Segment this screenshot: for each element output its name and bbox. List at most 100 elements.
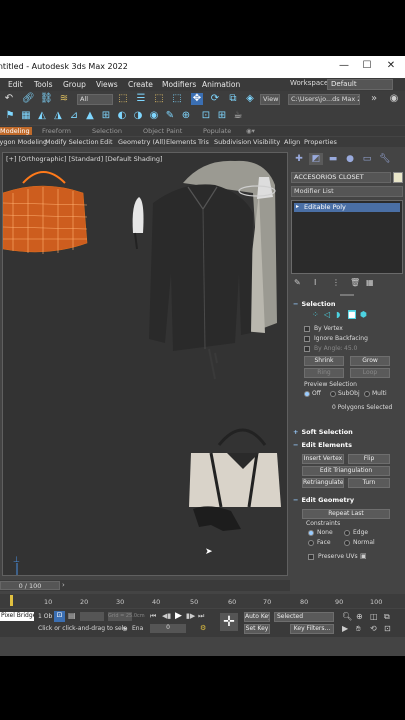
time-slider-next-icon[interactable]: › xyxy=(62,581,65,589)
panel-elements[interactable]: Elements xyxy=(166,138,196,146)
make-unique-icon[interactable]: ⋮ xyxy=(332,278,340,287)
render-frame-icon[interactable]: ⊞ xyxy=(216,110,228,122)
select-object-icon[interactable]: ⬚ xyxy=(117,93,129,105)
menu-edit[interactable]: Edit xyxy=(8,80,23,89)
prev-frame-icon[interactable]: ◀▮ xyxy=(162,612,171,620)
motion-tab-icon[interactable]: ● xyxy=(343,153,357,165)
angle-snap-icon[interactable]: ◮ xyxy=(52,110,64,122)
set-key-button[interactable]: Set Key xyxy=(244,624,270,634)
close-button[interactable]: ✕ xyxy=(384,60,398,71)
panel-edit[interactable]: Edit xyxy=(100,138,113,146)
constraint-normal-radio[interactable] xyxy=(344,540,350,546)
zoom-all-icon[interactable]: ⊕ xyxy=(356,612,363,621)
utilities-tab-icon[interactable]: 🔧︎ xyxy=(378,153,392,165)
tab-populate[interactable]: Populate xyxy=(203,127,231,135)
key-filters-button[interactable]: Key Filters... xyxy=(290,624,334,634)
preserve-uvs-checkbox[interactable] xyxy=(308,554,314,560)
panel-visibility[interactable]: Visibility xyxy=(253,138,280,146)
percent-snap-icon[interactable]: ⊿ xyxy=(68,110,80,122)
polygon-level-icon[interactable]: ■ xyxy=(348,310,356,319)
pan-icon[interactable]: ✋︎ xyxy=(356,624,361,634)
next-frame-icon[interactable]: ▮▶ xyxy=(186,612,195,620)
go-to-end-icon[interactable]: ⏭ xyxy=(198,612,204,621)
tab-selection[interactable]: Selection xyxy=(92,127,122,135)
lock-selection-icon[interactable]: ⊡ xyxy=(54,611,65,622)
soft-selection-rollout-header[interactable]: + Soft Selection xyxy=(293,428,401,438)
render-icon[interactable]: ☕︎ xyxy=(232,110,244,122)
retriangulate-button[interactable]: Retriangulate xyxy=(302,478,344,488)
edge-level-icon[interactable]: ◁ xyxy=(324,310,330,319)
go-to-start-icon[interactable]: ⏮ xyxy=(150,612,156,621)
auto-key-button[interactable]: Auto Key xyxy=(244,612,270,622)
align-icon[interactable]: ▦ xyxy=(20,110,32,122)
tab-modeling[interactable]: Modeling xyxy=(0,127,32,135)
unlink-icon[interactable]: ⛓︎ xyxy=(40,93,53,105)
preserve-uvs-settings-icon[interactable]: ▣ xyxy=(360,552,367,560)
rotate-icon[interactable]: ⟳ xyxy=(209,93,221,105)
play-icon[interactable]: ▶ xyxy=(175,611,182,621)
chevron-right-icon[interactable]: » xyxy=(368,93,380,105)
preview-multi-radio[interactable] xyxy=(364,391,370,397)
selected-keys-dropdown[interactable]: Selected xyxy=(274,612,334,622)
time-config-icon[interactable]: ⚙ xyxy=(200,624,206,632)
scale-icon[interactable]: ⧉ xyxy=(227,93,239,105)
preview-subobj-radio[interactable] xyxy=(330,391,336,397)
configure-sets-icon[interactable]: ▦ xyxy=(366,278,374,287)
frame-counter[interactable]: 0 / 100 xyxy=(0,581,60,590)
selection-rollout-header[interactable]: − Selection xyxy=(293,300,401,310)
border-level-icon[interactable]: ◗ xyxy=(336,310,340,319)
tab-object-paint[interactable]: Object Paint xyxy=(143,127,182,135)
constraint-none-radio[interactable] xyxy=(308,530,314,536)
turn-button[interactable]: Turn xyxy=(348,478,390,488)
panel-align[interactable]: Align xyxy=(284,138,300,146)
menu-animation[interactable]: Animation xyxy=(202,80,240,89)
pin-stack-icon[interactable]: ✎ xyxy=(294,278,301,287)
select-by-name-icon[interactable]: ☰ xyxy=(135,93,147,105)
panel-polygon-modeling[interactable]: Polygon Modeling xyxy=(0,138,47,146)
stack-item-editable-poly[interactable]: Editable Poly xyxy=(294,203,400,212)
coord-x-field[interactable] xyxy=(80,612,104,621)
remove-modifier-icon[interactable]: 🗑︎ xyxy=(350,278,360,287)
create-tab-icon[interactable]: ✚ xyxy=(292,153,306,165)
move-icon[interactable]: ✥ xyxy=(191,93,203,105)
spinner-snap-icon[interactable]: ▲ xyxy=(84,110,96,122)
insert-vertex-button[interactable]: Insert Vertex xyxy=(302,454,344,464)
constraint-edge-radio[interactable] xyxy=(344,530,350,536)
expand-arrow-icon[interactable]: ▸ xyxy=(296,203,299,210)
link-icon[interactable]: 🔗︎ xyxy=(22,93,35,105)
loop-button[interactable]: Loop xyxy=(350,368,390,378)
mirror-icon[interactable]: ⚑ xyxy=(4,110,16,122)
modify-tab-icon[interactable]: ◩ xyxy=(309,153,323,165)
panel-properties[interactable]: Properties xyxy=(304,138,337,146)
menu-group[interactable]: Group xyxy=(63,80,86,89)
scene-explorer-icon[interactable]: ◑ xyxy=(132,110,144,122)
maximize-viewport-icon[interactable]: ⊡ xyxy=(384,624,391,633)
time-slider[interactable]: 0 / 100 › xyxy=(0,580,290,591)
snap-icon[interactable]: ◭ xyxy=(36,110,48,122)
by-vertex-checkbox[interactable] xyxy=(304,326,310,332)
panel-subdivision[interactable]: Subdivision xyxy=(214,138,251,146)
render-setup-icon[interactable]: ⊡ xyxy=(200,110,212,122)
track-bar-playhead[interactable] xyxy=(10,595,13,606)
element-level-icon[interactable]: ⬢ xyxy=(360,310,367,319)
menu-tools[interactable]: Tools xyxy=(34,80,52,89)
place-icon[interactable]: ◈ xyxy=(244,93,256,105)
flip-button[interactable]: Flip xyxy=(348,454,390,464)
panel-modify-selection[interactable]: Modify Selection xyxy=(45,138,99,146)
panel-tris[interactable]: Tris xyxy=(198,138,209,146)
current-frame-field[interactable]: 0 xyxy=(150,624,186,633)
edit-named-sel-icon[interactable]: ⊞ xyxy=(100,110,112,122)
workspaces-dropdown[interactable]: Default xyxy=(327,79,393,90)
zoom-icon[interactable]: 🔍︎ xyxy=(342,612,352,621)
object-name-field[interactable]: ACCESORIOS CLOSET xyxy=(291,172,391,183)
maximize-button[interactable]: ☐ xyxy=(360,60,374,71)
grow-button[interactable]: Grow xyxy=(350,356,390,366)
hierarchy-tab-icon[interactable]: ▬ xyxy=(326,153,340,165)
menu-create[interactable]: Create xyxy=(128,80,153,89)
edit-elements-rollout-header[interactable]: − Edit Elements xyxy=(293,441,401,451)
constraint-face-radio[interactable] xyxy=(308,540,314,546)
ribbon-options-icon[interactable]: ◉▾ xyxy=(246,127,255,135)
fov-icon[interactable]: ▶ xyxy=(342,624,348,633)
reference-coord-dropdown[interactable]: View xyxy=(260,94,280,105)
bind-spacewarp-icon[interactable]: ≋ xyxy=(58,93,70,105)
